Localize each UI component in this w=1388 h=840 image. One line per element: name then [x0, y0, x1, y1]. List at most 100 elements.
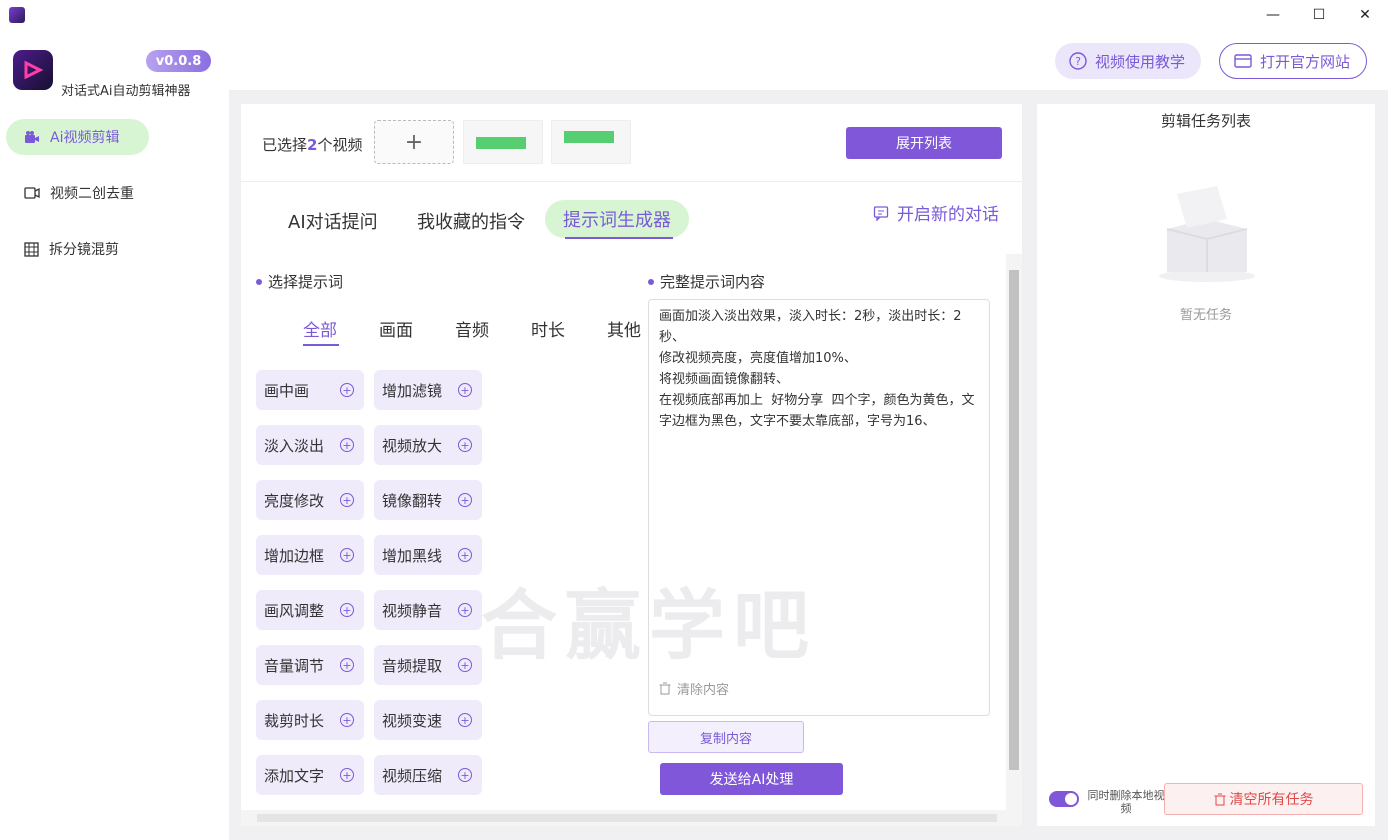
prompt-chip[interactable]: 增加黑线 + [374, 535, 482, 575]
prompt-chip-label: 视频变速 [382, 711, 443, 730]
video-thumbnail[interactable] [551, 120, 631, 164]
prompt-chip-label: 增加黑线 [382, 546, 443, 565]
add-circle-icon[interactable]: + [340, 658, 354, 672]
add-circle-icon[interactable]: + [458, 438, 472, 452]
prompt-chip-label: 画中画 [264, 381, 310, 400]
prompt-chip[interactable]: 视频变速 + [374, 700, 482, 740]
add-circle-icon[interactable]: + [340, 493, 354, 507]
prompt-chip[interactable]: 视频静音 + [374, 590, 482, 630]
prompt-chip-label: 音频提取 [382, 656, 443, 675]
clear-all-label: 清空所有任务 [1229, 792, 1314, 808]
copy-content-button[interactable]: 复制内容 [648, 721, 804, 753]
category-audio[interactable]: 音频 [455, 316, 489, 341]
prompt-chip[interactable]: 音频提取 + [374, 645, 482, 685]
active-tab-indicator [565, 237, 673, 239]
category-picture[interactable]: 画面 [379, 316, 413, 341]
video-icon [24, 187, 40, 199]
sidebar-item-label: Ai视频剪辑 [50, 130, 120, 146]
add-circle-icon[interactable]: + [458, 383, 472, 397]
sidebar-item-ai-video-edit[interactable]: Ai视频剪辑 [6, 119, 149, 155]
selected-prefix: 已选择 [262, 136, 308, 154]
sidebar-item-split-mix[interactable]: 拆分镜混剪 [6, 231, 149, 267]
add-video-button[interactable]: + [374, 120, 454, 164]
tutorial-button[interactable]: ? 视频使用教学 [1055, 43, 1201, 79]
selected-count: 2 [307, 136, 318, 154]
prompt-chip[interactable]: 视频压缩 + [374, 755, 482, 795]
prompt-content-textarea[interactable]: 画面加淡入淡出效果，淡入时长：2秒，淡出时长：2秒、 修改视频亮度，亮度值增加1… [648, 299, 990, 716]
prompt-chip[interactable]: 镜像翻转 + [374, 480, 482, 520]
full-prompt-title-text: 完整提示词内容 [660, 273, 766, 291]
close-button[interactable]: ✕ [1342, 0, 1388, 30]
prompt-chip[interactable]: 裁剪时长 + [256, 700, 364, 740]
sidebar-item-label: 拆分镜混剪 [49, 242, 119, 258]
send-to-ai-button[interactable]: 发送给AI处理 [660, 763, 843, 795]
tutorial-label: 视频使用教学 [1095, 52, 1186, 71]
editor-panel: 已选择2个视频 + 展开列表 AI对话提问 我收藏的指令 提示词生成器 开启新的… [241, 104, 1022, 826]
prompt-chip[interactable]: 视频放大 + [374, 425, 482, 465]
tab-ai-chat[interactable]: AI对话提问 [288, 208, 378, 234]
app-name: 对话式Ai自动剪辑神器 [61, 84, 191, 99]
minimize-button[interactable]: — [1250, 0, 1296, 30]
prompt-chip[interactable]: 增加滤镜 + [374, 370, 482, 410]
video-thumbnail[interactable] [463, 120, 543, 164]
add-circle-icon[interactable]: + [458, 713, 472, 727]
prompt-chip[interactable]: 画风调整 + [256, 590, 364, 630]
category-other[interactable]: 其他 [607, 316, 641, 341]
grid-film-icon [24, 241, 39, 257]
add-circle-icon[interactable]: + [458, 768, 472, 782]
add-circle-icon[interactable]: + [340, 768, 354, 782]
prompt-chip-label: 视频静音 [382, 601, 443, 620]
full-prompt-title: 完整提示词内容 [648, 271, 765, 292]
chat-icon [873, 205, 889, 221]
add-circle-icon[interactable]: + [458, 493, 472, 507]
prompt-chip-label: 视频放大 [382, 436, 443, 455]
scrollbar-thumb[interactable] [1009, 270, 1019, 770]
choose-prompt-title: 选择提示词 [256, 271, 343, 292]
prompt-chip-label: 亮度修改 [264, 491, 325, 510]
website-label: 打开官方网站 [1260, 52, 1351, 71]
clear-content-label: 清除内容 [677, 683, 730, 698]
svg-text:?: ? [1075, 55, 1081, 68]
add-circle-icon[interactable]: + [340, 713, 354, 727]
prompt-chip[interactable]: 添加文字 + [256, 755, 364, 795]
new-chat-label: 开启新的对话 [897, 205, 999, 225]
top-bar: ? 视频使用教学 打开官方网站 [229, 30, 1388, 90]
category-all[interactable]: 全部 [303, 316, 337, 341]
clear-all-tasks-button[interactable]: 清空所有任务 [1164, 783, 1363, 815]
trash-icon [659, 682, 671, 695]
expand-list-button[interactable]: 展开列表 [846, 127, 1002, 159]
add-circle-icon[interactable]: + [340, 548, 354, 562]
prompt-chip[interactable]: 淡入淡出 + [256, 425, 364, 465]
new-chat-button[interactable]: 开启新的对话 [873, 200, 999, 225]
horizontal-scrollbar[interactable] [241, 810, 1022, 826]
category-duration[interactable]: 时长 [531, 316, 565, 341]
prompt-chip[interactable]: 增加边框 + [256, 535, 364, 575]
vertical-scrollbar[interactable] [1006, 254, 1022, 810]
tab-prompt-generator[interactable]: 提示词生成器 [545, 200, 689, 238]
active-category-indicator [303, 344, 339, 346]
maximize-button[interactable]: ☐ [1296, 0, 1342, 30]
prompt-chip[interactable]: 亮度修改 + [256, 480, 364, 520]
add-circle-icon[interactable]: + [340, 603, 354, 617]
clear-content-button[interactable]: 清除内容 [659, 679, 729, 698]
prompt-chip[interactable]: 画中画 + [256, 370, 364, 410]
empty-text: 暂无任务 [1179, 308, 1232, 323]
prompt-chip-label: 增加滤镜 [382, 381, 443, 400]
add-circle-icon[interactable]: + [458, 603, 472, 617]
tab-favorites[interactable]: 我收藏的指令 [417, 208, 525, 234]
prompt-chip-label: 裁剪时长 [264, 711, 325, 730]
add-circle-icon[interactable]: + [340, 438, 354, 452]
prompt-chip[interactable]: 音量调节 + [256, 645, 364, 685]
choose-prompt-title-text: 选择提示词 [268, 273, 344, 291]
logo-icon [24, 60, 44, 80]
add-circle-icon[interactable]: + [458, 548, 472, 562]
empty-box-icon [1159, 186, 1255, 282]
add-circle-icon[interactable]: + [458, 658, 472, 672]
sidebar-item-video-dedup[interactable]: 视频二创去重 [6, 175, 149, 211]
website-button[interactable]: 打开官方网站 [1219, 43, 1367, 79]
add-circle-icon[interactable]: + [340, 383, 354, 397]
delete-local-toggle[interactable] [1049, 791, 1079, 807]
scrollbar-thumb[interactable] [257, 814, 997, 822]
video-selection-row: 已选择2个视频 + 展开列表 [241, 104, 1022, 182]
prompt-chip-label: 视频压缩 [382, 766, 443, 785]
